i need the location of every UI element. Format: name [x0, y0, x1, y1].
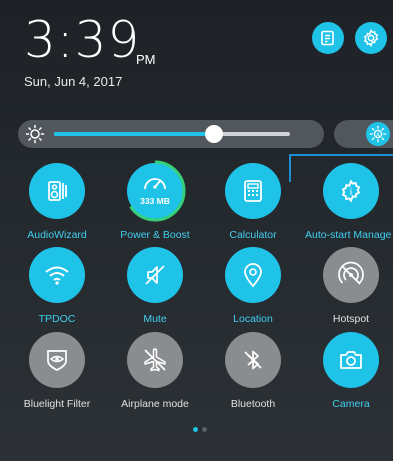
tile-label: TPDOC	[38, 313, 76, 325]
svg-text:i: i	[350, 187, 352, 198]
camera-icon	[340, 351, 362, 369]
tile-location[interactable]: Location	[203, 247, 303, 325]
callout-line-horizontal	[290, 154, 393, 156]
tile-label: Camera	[332, 398, 370, 410]
tile-label: Calculator	[229, 229, 277, 241]
airplane-icon	[144, 348, 166, 372]
tile-label: Power & Boost	[120, 229, 190, 241]
tile-airplane-mode-button[interactable]	[127, 332, 183, 388]
memory-value: 333 MB	[140, 196, 170, 206]
edit-list-icon	[321, 30, 334, 46]
pager-dot[interactable]	[202, 427, 207, 432]
auto-brightness-toggle[interactable]: A	[334, 120, 393, 148]
tile-label: Bluetooth	[230, 398, 276, 410]
tile-camera-button[interactable]	[323, 332, 379, 388]
tile-mute[interactable]: Mute	[105, 247, 205, 325]
tile-label: Mute	[143, 313, 167, 325]
pager-dot-active[interactable]	[193, 427, 198, 432]
hotspot-icon	[338, 261, 364, 285]
wifi-icon	[45, 266, 69, 285]
tile-label: Bluelight Filter	[23, 398, 91, 410]
tile-mute-button[interactable]	[127, 247, 183, 303]
tile-wifi-button[interactable]	[29, 247, 85, 303]
clock-date: Sun, Jun 4, 2017	[24, 74, 123, 89]
tile-label: Airplane mode	[121, 398, 189, 410]
bluetooth-icon	[244, 350, 262, 370]
gear-icon: i	[341, 179, 361, 203]
brightness-fill	[54, 132, 215, 136]
tile-auto-start[interactable]: i Auto-start Manage	[301, 163, 393, 241]
clock-time: 3:39	[24, 11, 141, 69]
settings-button[interactable]	[355, 22, 387, 54]
tile-wifi[interactable]: TPDOC	[7, 247, 107, 325]
tile-bluetooth[interactable]: Bluetooth	[203, 332, 303, 410]
tile-bluetooth-button[interactable]	[225, 332, 281, 388]
brightness-sun-icon	[25, 124, 45, 144]
clock-ampm: PM	[136, 52, 156, 67]
tile-auto-start-button[interactable]: i	[323, 163, 379, 219]
brightness-thumb[interactable]	[205, 125, 224, 143]
tile-audiowizard-button[interactable]	[29, 163, 85, 219]
auto-brightness-icon: A	[369, 125, 387, 143]
audiowizard-icon	[48, 181, 67, 201]
tile-power-boost-button[interactable]: 333 MB	[124, 160, 186, 222]
brightness-slider[interactable]	[54, 125, 290, 143]
auto-brightness-button[interactable]: A	[366, 122, 390, 146]
tile-hotspot-button[interactable]	[323, 247, 379, 303]
tile-label: Hotspot	[332, 313, 370, 325]
eye-shield-icon	[47, 350, 67, 371]
calculator-icon	[244, 180, 262, 202]
gear-icon	[363, 28, 379, 48]
tile-airplane-mode[interactable]: Airplane mode	[105, 332, 205, 410]
tile-calculator-button[interactable]	[225, 163, 281, 219]
brightness-control	[18, 120, 324, 148]
tile-audiowizard[interactable]: AudioWizard	[7, 163, 107, 241]
location-pin-icon	[244, 263, 262, 288]
gauge-icon	[144, 178, 166, 190]
tile-bluelight-filter[interactable]: Bluelight Filter	[7, 332, 107, 410]
edit-button[interactable]	[312, 22, 344, 54]
tile-power-boost[interactable]: 333 MB Power & Boost	[105, 160, 205, 241]
tile-location-button[interactable]	[225, 247, 281, 303]
svg-text:A: A	[376, 132, 380, 138]
tile-hotspot[interactable]: Hotspot	[301, 247, 393, 325]
tile-label: Auto-start Manage	[305, 229, 392, 241]
tile-bluelight-filter-button[interactable]	[29, 332, 85, 388]
tile-label: AudioWizard	[27, 229, 87, 241]
mute-icon	[145, 265, 165, 285]
tile-calculator[interactable]: Calculator	[203, 163, 303, 241]
tile-label: Location	[233, 313, 273, 325]
tile-camera[interactable]: Camera	[301, 332, 393, 410]
